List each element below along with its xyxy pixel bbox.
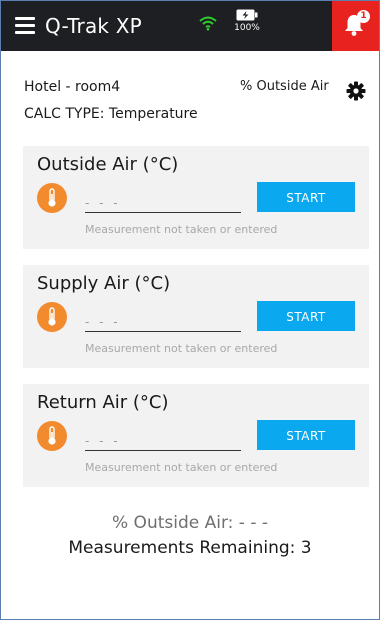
card-title: Return Air (°C): [37, 392, 169, 413]
thermometer-icon: [37, 302, 67, 332]
app-frame: Q-Trak XP 100% 1 Hotel - room4 CALC TYPE…: [0, 0, 380, 620]
menu-icon[interactable]: [15, 17, 35, 35]
supply-air-card: Supply Air (°C) - - - START Measurement …: [23, 265, 369, 368]
outside-air-start-button[interactable]: START: [257, 182, 355, 212]
mode-label: % Outside Air: [240, 79, 329, 94]
card-title: Supply Air (°C): [37, 273, 171, 294]
measurements-remaining: Measurements Remaining: 3: [68, 538, 312, 558]
battery-percent: 100%: [234, 23, 260, 33]
thermometer-icon: [37, 183, 67, 213]
calc-type-label: CALC TYPE: Temperature: [24, 106, 198, 122]
battery-status: 100%: [229, 8, 265, 33]
supply-air-value[interactable]: - - -: [85, 313, 241, 332]
location-label: Hotel - room4: [24, 79, 121, 95]
battery-charging-icon: [236, 9, 258, 21]
card-title: Outside Air (°C): [37, 154, 179, 175]
return-air-card: Return Air (°C) - - - START Measurement …: [23, 384, 369, 487]
alerts-button[interactable]: 1: [332, 1, 379, 51]
card-status: Measurement not taken or entered: [85, 223, 278, 236]
outside-air-value[interactable]: - - -: [85, 194, 241, 213]
top-bar: Q-Trak XP 100% 1: [1, 1, 379, 51]
return-air-start-button[interactable]: START: [257, 420, 355, 450]
wifi-icon: [199, 16, 217, 31]
outside-air-percent-result: % Outside Air: - - -: [112, 513, 268, 533]
card-status: Measurement not taken or entered: [85, 342, 278, 355]
gear-icon[interactable]: [346, 81, 366, 101]
thermometer-icon: [37, 421, 67, 451]
card-status: Measurement not taken or entered: [85, 461, 278, 474]
app-title: Q-Trak XP: [45, 14, 142, 38]
alert-count-badge: 1: [357, 10, 370, 23]
return-air-value[interactable]: - - -: [85, 432, 241, 451]
outside-air-card: Outside Air (°C) - - - START Measurement…: [23, 146, 369, 249]
supply-air-start-button[interactable]: START: [257, 301, 355, 331]
